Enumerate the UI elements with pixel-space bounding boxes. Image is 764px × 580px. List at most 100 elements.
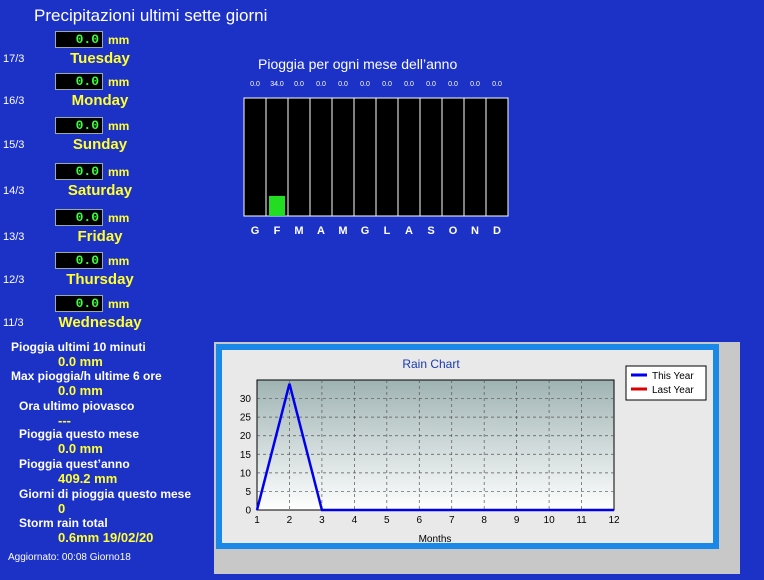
day-date: 11/3: [3, 317, 24, 329]
month-column: [397, 97, 421, 217]
day-name: Tuesday: [70, 50, 130, 67]
day-date: 14/3: [3, 185, 25, 197]
stat-value: ---: [58, 413, 71, 428]
month-label: F: [274, 225, 281, 237]
month-column: [419, 97, 443, 217]
x-tick-label: 5: [384, 515, 390, 526]
month-label: L: [384, 225, 391, 237]
day-row: 0.0 mm 12/3 Thursday: [0, 251, 200, 295]
unit-label: mm: [108, 211, 130, 225]
day-name: Monday: [71, 92, 129, 109]
x-tick-label: 2: [287, 515, 293, 526]
month-value-label: 0.0: [294, 81, 304, 88]
month-value-label: 34.0: [270, 81, 284, 88]
day-name: Friday: [77, 228, 123, 245]
day-name: Saturday: [67, 182, 133, 199]
chart-legend: This Year Last Year: [625, 365, 707, 401]
month-value-label: 0.0: [426, 81, 436, 88]
y-tick-label: 0: [245, 506, 251, 517]
month-value-label: 0.0: [492, 81, 502, 88]
daily-rain-value: 0.0: [55, 295, 103, 312]
unit-label: mm: [108, 297, 130, 311]
month-column: [309, 97, 333, 217]
legend-label: Last Year: [652, 385, 694, 396]
month-value-label: 0.0: [448, 81, 458, 88]
stat-label: Pioggia quest’anno: [19, 457, 130, 471]
x-tick-label: 10: [544, 515, 556, 526]
month-value-label: 0.0: [338, 81, 348, 88]
day-name: Sunday: [72, 136, 128, 153]
month-value-label: 0.0: [404, 81, 414, 88]
month-column: [353, 97, 377, 217]
month-label: A: [405, 225, 413, 237]
month-value-label: 0.0: [382, 81, 392, 88]
day-date: 15/3: [3, 139, 25, 151]
x-tick-label: 7: [449, 515, 455, 526]
day-row: 0.0 mm 16/3 Monday: [0, 72, 200, 116]
month-label: M: [338, 225, 347, 237]
day-date: 17/3: [3, 53, 25, 65]
stat-value: 0.0 mm: [58, 354, 103, 369]
month-label: M: [294, 225, 303, 237]
day-date: 16/3: [3, 95, 25, 107]
x-tick-label: 4: [352, 515, 358, 526]
month-column: [375, 97, 399, 217]
rain-chart-panel: Rain Chart 0 5 10 15 20 25 30 1 2 3 4 5 6 7 8 9 10 11 12 …: [214, 342, 740, 574]
daily-rain-value: 0.0: [55, 209, 103, 226]
y-tick-label: 20: [240, 431, 252, 442]
month-value-label: 0.0: [316, 81, 326, 88]
month-label: S: [427, 225, 434, 237]
month-label: A: [317, 225, 325, 237]
stat-value: 0.0 mm: [58, 383, 103, 398]
day-row: 0.0 mm 17/3 Tuesday: [0, 30, 200, 74]
month-value-label: 0.0: [250, 81, 260, 88]
daily-rain-value: 0.0: [55, 73, 103, 90]
x-tick-label: 12: [608, 515, 620, 526]
stat-value: 0.6mm 19/02/20: [58, 530, 154, 545]
unit-label: mm: [108, 165, 130, 179]
page-title: Precipitazioni ultimi sette giorni: [34, 6, 268, 25]
monthly-rain-chart: 0.0 G 34.0 F 0.0 M 0.0 A 0.0 M 0.0 G 0.0 L 0.0 A 0.0 S 0.0…: [243, 81, 509, 237]
month-label: D: [493, 225, 501, 237]
month-column: [243, 97, 267, 217]
x-tick-label: 1: [254, 515, 260, 526]
month-column: [287, 97, 311, 217]
unit-label: mm: [108, 33, 130, 47]
daily-rain-value: 0.0: [55, 31, 103, 48]
rain-chart-title: Rain Chart: [402, 357, 460, 371]
y-tick-label: 15: [240, 450, 252, 461]
stat-value: 0: [58, 501, 66, 516]
month-column: [485, 97, 509, 217]
month-column: [463, 97, 487, 217]
day-name: Thursday: [66, 271, 134, 288]
x-tick-label: 6: [416, 515, 422, 526]
stat-label: Storm rain total: [19, 516, 108, 530]
month-label: N: [471, 225, 479, 237]
daily-rain-value: 0.0: [55, 163, 103, 180]
stat-label: Max pioggia/h ultime 6 ore: [11, 369, 162, 383]
x-tick-label: 8: [481, 515, 487, 526]
updated-timestamp: Aggiornato: 00:08 Giorno18: [8, 552, 131, 563]
day-row: 0.0 mm 13/3 Friday: [0, 208, 200, 252]
day-row: 0.0 mm 14/3 Saturday: [0, 162, 200, 206]
x-tick-label: 3: [319, 515, 325, 526]
stat-label: Ora ultimo piovasco: [19, 399, 135, 413]
stat-value: 409.2 mm: [58, 471, 118, 486]
unit-label: mm: [108, 75, 130, 89]
stat-label: Giorni di pioggia questo mese: [19, 487, 192, 501]
day-date: 13/3: [3, 231, 25, 243]
x-axis-label: Months: [419, 534, 452, 543]
day-row: 0.0 mm 11/3 Wednesday: [0, 294, 200, 338]
month-column: [441, 97, 465, 217]
month-label: G: [251, 225, 260, 237]
month-bar: [269, 195, 285, 216]
unit-label: mm: [108, 119, 130, 133]
y-tick-label: 5: [245, 487, 251, 498]
plot-area: [256, 379, 615, 511]
x-tick-label: 9: [514, 515, 520, 526]
monthly-chart-title: Pioggia per ogni mese dell’anno: [258, 56, 458, 72]
daily-rain-value: 0.0: [55, 252, 103, 269]
month-value-label: 0.0: [470, 81, 480, 88]
month-label: O: [449, 225, 458, 237]
y-tick-label: 10: [240, 468, 252, 479]
